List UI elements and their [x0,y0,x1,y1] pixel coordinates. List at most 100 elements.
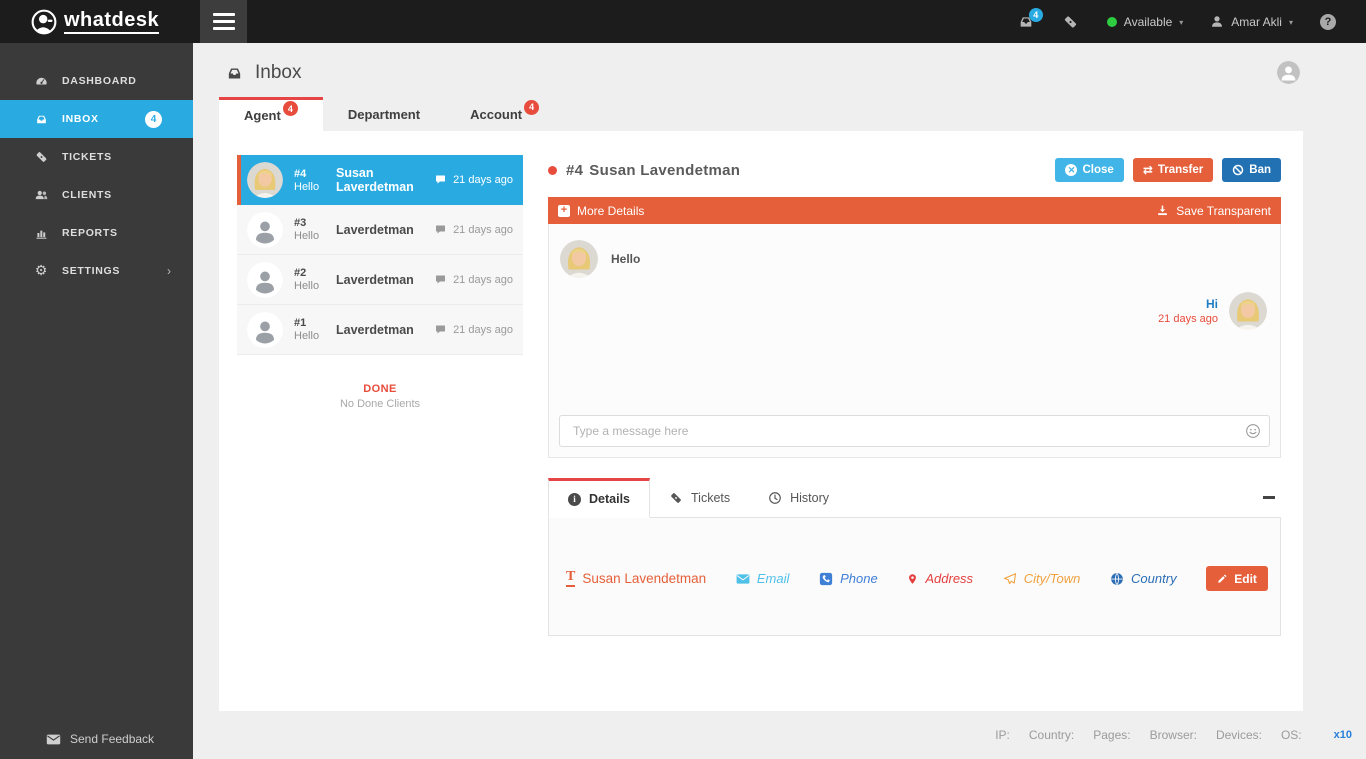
chat-number: #3 [294,217,307,229]
inbox-panel: #4 Hello Susan Laverdetman 21 days ago #… [219,131,1303,711]
chat-preview: Hello [294,280,320,292]
tab-label: Details [589,492,630,506]
done-label: DONE [363,383,397,395]
reports-icon [33,226,49,241]
tab-details[interactable]: i Details [548,478,650,518]
save-transparent-button[interactable]: Save Transparent [1156,204,1271,218]
multiplier-badge[interactable]: x10 [1334,729,1352,741]
inbox-icon: 4 [1017,7,1043,30]
edit-button[interactable]: Edit [1206,566,1268,591]
tab-history[interactable]: History [749,478,848,517]
history-clock-icon [769,491,781,504]
client-avatar-placeholder [247,211,283,248]
sidebar-item-tickets[interactable]: TICKETS [0,138,193,176]
chat-meta: #1 Hello [294,317,336,342]
chat-time-label: 21 days ago [453,323,513,336]
topbar-right: 4 Available ▾ Amar Akli ▾ ? [1017,7,1366,30]
ticket-icon [33,150,49,165]
chat-time: 21 days ago [434,224,513,236]
details-tabs: i Details Tickets History [548,478,1281,518]
contact-address-field[interactable]: Address [907,571,973,586]
headset-logo-icon [31,9,57,34]
collapse-minus-icon[interactable] [1263,496,1275,499]
ticket-icon [671,492,681,503]
logo[interactable]: whatdesk [0,0,193,43]
transfer-button[interactable]: ⇄ Transfer [1132,158,1214,182]
info-icon: i [568,492,581,506]
topbar-inbox-button[interactable]: 4 [1017,7,1043,30]
client-avatar-placeholder [247,311,283,348]
tab-tickets[interactable]: Tickets [650,478,749,517]
text-height-icon: T [566,570,576,587]
user-menu[interactable]: Amar Akli ▾ [1210,14,1293,30]
sidebar-item-settings[interactable]: ⚙ SETTINGS › [0,252,193,290]
sidebar-item-inbox[interactable]: INBOX 4 [0,100,193,138]
message-input[interactable] [559,415,1270,447]
conversation-header: #4 Susan Lavendetman ✕ Close ⇄ Transfer [548,157,1281,183]
tab-account[interactable]: Account 4 [445,97,564,131]
speech-bubble-icon [436,225,446,233]
globe-icon [1111,572,1123,585]
help-button[interactable]: ? [1320,13,1336,30]
unread-dot-icon [548,165,557,175]
chat-list-item[interactable]: #3 Hello Laverdetman 21 days ago [237,205,523,255]
contact-city-field[interactable]: City/Town [1003,571,1081,586]
sidebar-item-dashboard[interactable]: DASHBOARD [0,62,193,100]
chat-preview: Hello [294,180,320,193]
sidebar-item-reports[interactable]: REPORTS [0,214,193,252]
conversation-title: #4 Susan Lavendetman [566,162,740,179]
transfer-label: Transfer [1157,164,1204,176]
footer-label-browser: Browser: [1149,728,1197,742]
message-time: 21 days ago [1158,313,1218,325]
topbar-tickets-button[interactable] [1062,14,1080,30]
message-text: Hello [611,252,641,266]
field-label: City/Town [1023,571,1081,586]
conversation-panel: #4 Susan Lavendetman ✕ Close ⇄ Transfer [548,157,1281,636]
chat-client-name: Laverdetman [336,222,414,237]
online-status-dot [1106,16,1117,27]
user-name: Amar Akli [1231,14,1282,29]
tab-label: Department [347,106,421,122]
contact-email-field[interactable]: Email [736,571,789,586]
send-feedback-button[interactable]: Send Feedback [46,732,154,746]
ban-button[interactable]: Ban [1222,158,1281,182]
avatar[interactable] [1277,61,1300,84]
tab-label: Account [470,106,523,122]
contact-row: T Susan Lavendetman Email Phone Address … [566,566,1268,591]
chat-list-item[interactable]: #4 Hello Susan Laverdetman 21 days ago [237,155,523,205]
contact-country-field[interactable]: Country [1110,571,1177,586]
phone-icon [819,572,833,585]
chat-number: #4 [294,167,307,180]
tab-label: Tickets [691,490,731,505]
transfer-icon: ⇄ [1142,163,1153,177]
edit-label: Edit [1234,571,1257,586]
plus-square-icon: + [558,204,570,217]
page-header: Inbox [225,62,301,84]
close-button[interactable]: ✕ Close [1055,158,1124,182]
contact-phone-field[interactable]: Phone [819,571,878,586]
tab-department[interactable]: Department [323,97,445,131]
status-dropdown[interactable]: Available ▾ [1106,15,1183,29]
gear-icon: ⚙ [34,263,48,279]
emoji-icon[interactable] [1245,423,1261,439]
chat-time-label: 21 days ago [453,273,513,286]
sidebar-item-label: REPORTS [62,227,118,239]
chat-preview: Hello [294,230,320,242]
client-avatar [247,162,283,198]
conversation-actions: ✕ Close ⇄ Transfer Ban [1055,158,1281,182]
save-transparent-label: Save Transparent [1176,203,1271,218]
chat-list-item[interactable]: #2 Hello Laverdetman 21 days ago [237,255,523,305]
chat-client-name: Laverdetman [336,272,414,287]
done-empty-text: No Done Clients [339,398,421,410]
tab-agent[interactable]: Agent 4 [219,97,323,131]
footer-label-ip: IP: [995,728,1010,742]
hamburger-menu-icon[interactable] [200,0,247,43]
speech-bubble-icon [436,325,446,333]
more-details-button[interactable]: More Details [577,204,644,218]
sidebar-item-label: INBOX [62,113,99,125]
logo-text: whatdesk [64,9,160,34]
chat-time: 21 days ago [434,324,513,336]
chat-list-item[interactable]: #1 Hello Laverdetman 21 days ago [237,305,523,355]
field-label: Country [1131,571,1177,586]
sidebar-item-clients[interactable]: CLIENTS [0,176,193,214]
